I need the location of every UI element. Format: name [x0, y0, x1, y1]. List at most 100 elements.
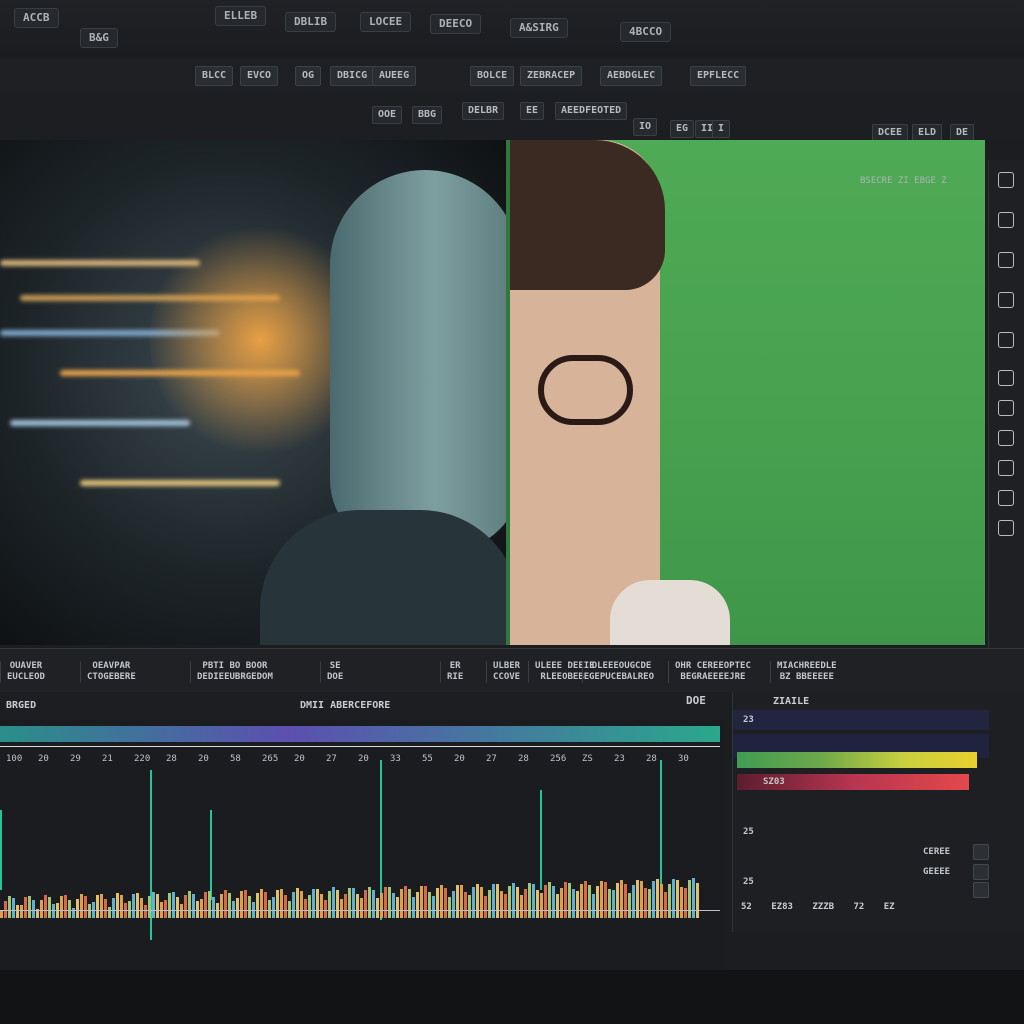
menu-item[interactable]: A&SIRG — [510, 18, 568, 38]
waveform-bar — [172, 892, 175, 918]
light-icon[interactable] — [998, 460, 1014, 476]
panel-title: ZIAILE — [773, 696, 810, 707]
waveform-bar — [692, 878, 695, 918]
control-item[interactable]: SE DOE — [320, 661, 349, 683]
light-streak — [80, 480, 280, 486]
control-item[interactable]: OUAVER EUCLEOD — [0, 661, 51, 683]
waveform-bar — [180, 904, 183, 918]
waveform-bar — [220, 894, 223, 918]
gear-icon[interactable] — [998, 172, 1014, 188]
waveform-bar — [332, 887, 335, 918]
clip-marker[interactable] — [540, 790, 542, 890]
ruler-label: 55 — [422, 754, 433, 764]
track-strip[interactable] — [0, 726, 720, 742]
waveform-bar — [560, 887, 563, 918]
viewer-caption: BSECRE ZI EBGE Z — [860, 176, 947, 186]
brush-icon[interactable] — [998, 370, 1014, 386]
waveform-bar — [620, 880, 623, 918]
viewer-button[interactable]: DELBR — [462, 102, 505, 120]
control-item[interactable]: OLEEEOUGCDE GEPUCEBALREO — [582, 661, 660, 683]
properties-panel: ZIAILE 23 SZ03 25 CEREE GEEEE 25 52 EZ83… — [732, 692, 1024, 932]
waveform-bar — [556, 894, 559, 918]
control-item[interactable]: PBTI BO BOOR DEDIEEUBRGEDOM — [190, 661, 279, 683]
frame-icon[interactable] — [998, 252, 1014, 268]
viewer-button[interactable]: IO — [633, 118, 658, 136]
effect-icon[interactable] — [998, 490, 1014, 506]
grid-icon[interactable] — [998, 292, 1014, 308]
control-item[interactable]: MIACHREEDLE BZ BBEEEEE — [770, 661, 843, 683]
waveform-bar — [448, 896, 451, 918]
waveform-bar — [488, 889, 491, 918]
timeline-button[interactable]: DOE — [686, 694, 706, 707]
tool-button[interactable]: BOLCE — [470, 66, 515, 86]
waveform-bar — [68, 899, 71, 918]
waveform-bar — [472, 886, 475, 918]
tool-button[interactable]: AUEEG — [372, 66, 417, 86]
output-icon[interactable] — [998, 520, 1014, 536]
crop-icon[interactable] — [998, 332, 1014, 348]
waveform-bar — [512, 882, 515, 918]
control-item[interactable]: OHR CEREEOPTEC BEGRAEEEEJRE — [668, 661, 757, 683]
pen-icon[interactable] — [998, 430, 1014, 446]
menu-item[interactable]: LOCEE — [360, 12, 412, 32]
menu-item[interactable]: 4BCCO — [620, 22, 672, 42]
ruler-label: 20 — [198, 754, 209, 764]
green-screen-frame — [510, 140, 985, 645]
viewer-button[interactable]: EG — [670, 120, 695, 138]
viewer-button[interactable]: BBG — [412, 106, 443, 124]
face-silhouette — [330, 170, 508, 550]
panel-footer-item: 52 — [741, 902, 752, 912]
menu-item[interactable]: ACCB — [14, 8, 59, 28]
row-toggle[interactable] — [973, 882, 989, 898]
row-toggle[interactable] — [973, 864, 989, 880]
tool-button[interactable]: OG — [295, 66, 322, 86]
glasses — [538, 355, 633, 425]
waveform-bar — [272, 896, 275, 918]
color-bar-green[interactable] — [737, 752, 977, 768]
timeline-label: BRGED — [6, 700, 37, 711]
menu-item[interactable]: B&G — [80, 28, 118, 48]
menu-item[interactable]: DBLIB — [285, 12, 337, 32]
viewer-button[interactable]: EE — [520, 102, 545, 120]
waveform-bar — [348, 887, 351, 918]
clip-marker[interactable] — [210, 810, 212, 900]
waveform-bar — [356, 893, 359, 918]
waveform-bar — [592, 893, 595, 918]
tool-button[interactable]: EVCO — [240, 66, 279, 86]
layers-icon[interactable] — [998, 212, 1014, 228]
waveform-bar — [644, 888, 647, 918]
waveform-bar — [536, 890, 539, 918]
mask-icon[interactable] — [998, 400, 1014, 416]
viewer-button[interactable]: OOE — [372, 106, 403, 124]
waveform-bar — [652, 881, 655, 918]
waveform-bar — [24, 897, 27, 918]
video-viewer[interactable] — [0, 140, 985, 645]
waveform-bar — [380, 893, 383, 918]
menu-item[interactable]: ELLEB — [215, 6, 267, 26]
waveform-bar — [0, 910, 3, 918]
waveform-bar — [688, 880, 691, 918]
waveform-bar — [680, 887, 683, 918]
waveform-bar — [404, 885, 407, 918]
viewer-button[interactable]: I — [712, 120, 731, 138]
clip-marker[interactable] — [0, 810, 2, 890]
waveform-bar — [84, 896, 87, 918]
waveform-bar — [96, 895, 99, 918]
timeline[interactable]: 100 20 29 21 220 28 20 58 265 20 27 20 33 55 20 27 28 256… — [0, 720, 724, 970]
light-streak — [0, 260, 200, 266]
menu-item[interactable]: DEECO — [430, 14, 482, 34]
waveform-bar — [492, 883, 495, 918]
control-item[interactable]: ER RIE — [440, 661, 469, 683]
waveform-bar — [444, 888, 447, 918]
waveform-bar — [616, 882, 619, 918]
waveform-bar — [396, 897, 399, 918]
row-toggle[interactable] — [973, 844, 989, 860]
control-item[interactable]: OEAVPAR CTOGEBERE — [80, 661, 142, 683]
waveform-bar — [308, 895, 311, 918]
clip-marker[interactable] — [660, 760, 662, 900]
waveform-bar — [192, 893, 195, 918]
tool-button[interactable]: DBICG — [330, 66, 375, 86]
control-item[interactable]: ULBER CCOVE — [486, 661, 526, 683]
tool-button[interactable]: BLCC — [195, 66, 234, 86]
shirt — [610, 580, 730, 645]
